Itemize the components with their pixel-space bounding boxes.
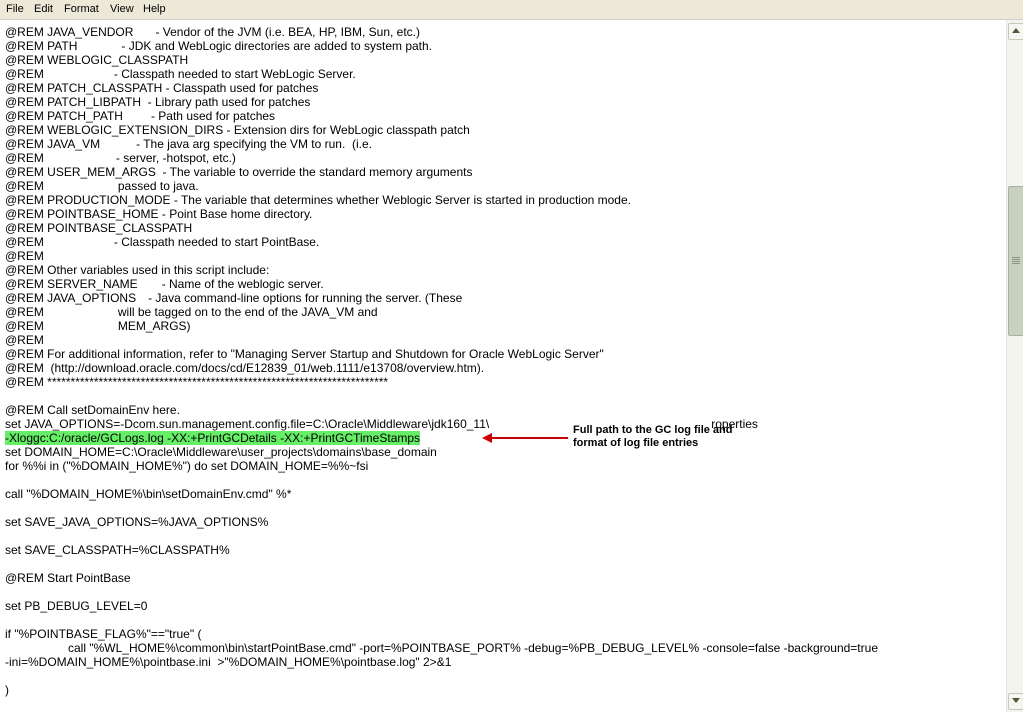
- annotation-callout: Full path to the GC log file and format …: [573, 424, 733, 450]
- thumb-grip: [1012, 259, 1020, 260]
- annotation-line-1: Full path to the GC log file and: [573, 424, 733, 436]
- annotation-line-2: format of log file entries: [573, 437, 699, 449]
- thumb-grip: [1012, 261, 1020, 262]
- arrow-up-icon: [1012, 28, 1020, 33]
- thumb-grip: [1012, 257, 1020, 258]
- thumb-grip: [1012, 263, 1020, 264]
- arrow-down-icon: [1012, 698, 1020, 703]
- scroll-thumb[interactable]: [1008, 186, 1023, 336]
- scroll-down-button[interactable]: [1008, 693, 1023, 710]
- vertical-scrollbar[interactable]: [1006, 20, 1023, 712]
- annotation-arrow: [482, 433, 568, 443]
- scroll-up-button[interactable]: [1008, 23, 1023, 40]
